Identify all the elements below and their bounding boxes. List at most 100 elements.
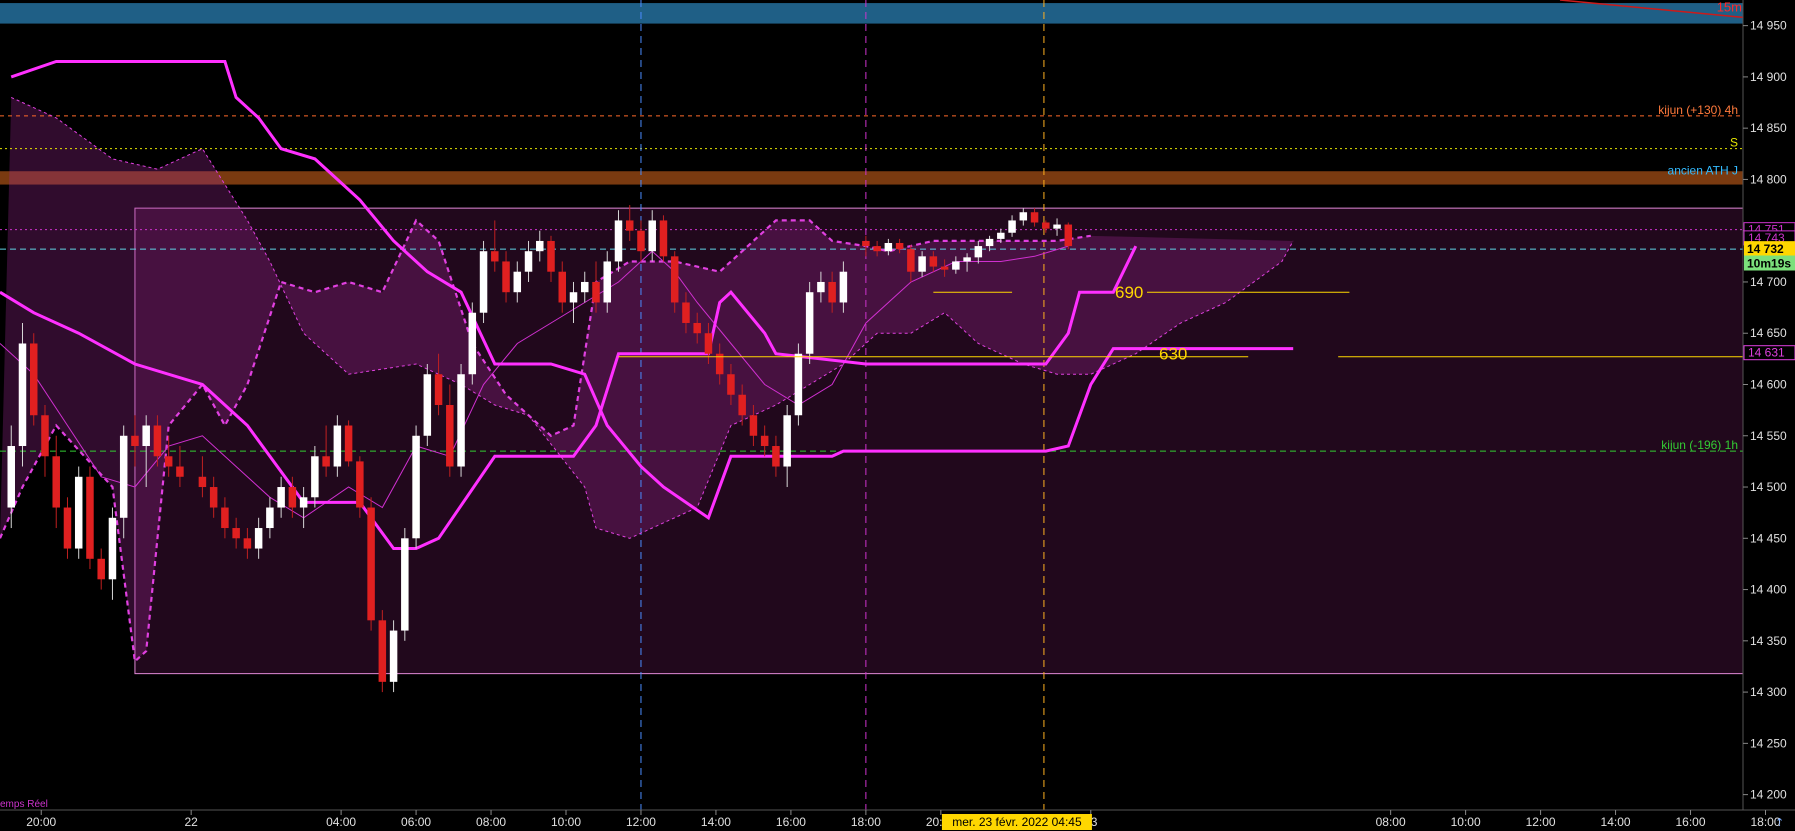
y-tick-label: 14 700 (1750, 275, 1787, 289)
candle-body (659, 220, 668, 257)
scroll-up-icon[interactable]: ⇡ (1775, 816, 1784, 829)
candle-body (547, 240, 555, 272)
candle-body (221, 507, 229, 529)
candle-body (670, 256, 679, 303)
candle-body (648, 220, 656, 252)
candle-body (1019, 212, 1028, 221)
candle-body (772, 446, 780, 467)
candle-body (401, 538, 409, 631)
candle-body (873, 246, 881, 252)
candle-body (974, 246, 983, 258)
candle-body (63, 507, 72, 549)
candle-body (153, 425, 162, 457)
y-tick-label: 14 500 (1750, 480, 1787, 494)
candle-body (446, 405, 454, 467)
candle-body (862, 240, 870, 247)
price-label: 10m19s (1747, 257, 1791, 271)
annotation-label: ancien ATH J (1668, 163, 1738, 177)
ichimoku-chart[interactable]: 14 95014 90014 85014 80014 75014 70014 6… (0, 0, 1795, 831)
candle-body (7, 446, 15, 508)
x-tick-label: 22 (184, 815, 198, 829)
y-tick-label: 14 350 (1750, 634, 1787, 648)
candle-body (434, 374, 443, 405)
candle-body (176, 466, 184, 477)
candle-body (74, 476, 83, 549)
candle-body (682, 302, 690, 323)
candle-body (367, 507, 375, 621)
y-tick-label: 14 600 (1750, 377, 1787, 391)
candle-body (243, 538, 252, 549)
candle-body (805, 292, 814, 354)
x-tick-label: 08:00 (1376, 815, 1406, 829)
candle-body (536, 240, 544, 252)
x-tick-label: 18:00 (851, 815, 881, 829)
x-tick-label: 10:00 (551, 815, 581, 829)
x-tick-label: 10:00 (1451, 815, 1481, 829)
candle-body (209, 487, 218, 508)
candle-body (558, 271, 567, 303)
x-tick-label: 16:00 (776, 815, 806, 829)
candle-body (52, 456, 60, 508)
y-tick-label: 14 200 (1750, 788, 1787, 802)
candle-body (952, 261, 960, 270)
candle-body (940, 266, 949, 270)
candle-body (783, 415, 791, 467)
candle-body (119, 435, 128, 518)
candle-body (311, 456, 319, 498)
candle-body (164, 456, 173, 467)
candle-body (299, 497, 308, 508)
x-tick-label: 06:00 (401, 815, 431, 829)
candle-body (378, 620, 387, 682)
candle-body (592, 281, 600, 303)
candle-body (839, 271, 848, 303)
x-tick-label: 04:00 (326, 815, 356, 829)
candle-body (389, 630, 398, 682)
candle-body (828, 281, 836, 303)
y-tick-label: 14 650 (1750, 326, 1787, 340)
candle-body (491, 251, 499, 262)
zone-band (0, 3, 1743, 24)
x-tick-label: 14:00 (701, 815, 731, 829)
candle-body (749, 415, 758, 436)
annotation-label: kijun (+130) 4h (1658, 103, 1738, 117)
candle-body (142, 425, 150, 447)
x-tick-label: 14:00 (1601, 815, 1631, 829)
candle-body (1042, 222, 1050, 229)
candle-body (524, 251, 533, 272)
x-tick-label: 12:00 (1526, 815, 1556, 829)
candle-body (637, 230, 645, 252)
candle-body (614, 220, 623, 262)
candle-body (727, 374, 735, 395)
candle-body (704, 333, 713, 354)
candle-body (693, 322, 701, 334)
candle-body (198, 476, 207, 488)
candle-body (738, 394, 746, 416)
price-label: 14 631 (1748, 346, 1785, 360)
candle-body (1053, 224, 1061, 229)
annotation-label: kijun (-196) 1h (1661, 438, 1738, 452)
candle-body (86, 476, 94, 559)
candle-body (356, 461, 364, 508)
candle-body (322, 456, 330, 467)
candle-body (929, 256, 938, 267)
candle-body (41, 415, 49, 457)
candle-body (1008, 220, 1016, 233)
candle-body (131, 435, 139, 447)
candle-body (266, 507, 274, 529)
y-tick-label: 14 400 (1750, 583, 1787, 597)
candle-body (569, 292, 578, 303)
candle-body (963, 257, 971, 262)
y-tick-label: 14 950 (1750, 19, 1787, 33)
candle-body (423, 374, 432, 436)
candle-body (997, 232, 1005, 239)
annotation-label: S (1730, 136, 1738, 150)
candle-body (985, 238, 994, 247)
candle-body (760, 435, 769, 447)
candle-body (344, 425, 353, 462)
candle-body (108, 517, 117, 580)
y-tick-label: 14 250 (1750, 736, 1787, 750)
candle-body (97, 558, 105, 580)
candle-body (277, 487, 285, 508)
candle-body (232, 528, 240, 539)
candle-body (457, 374, 465, 467)
